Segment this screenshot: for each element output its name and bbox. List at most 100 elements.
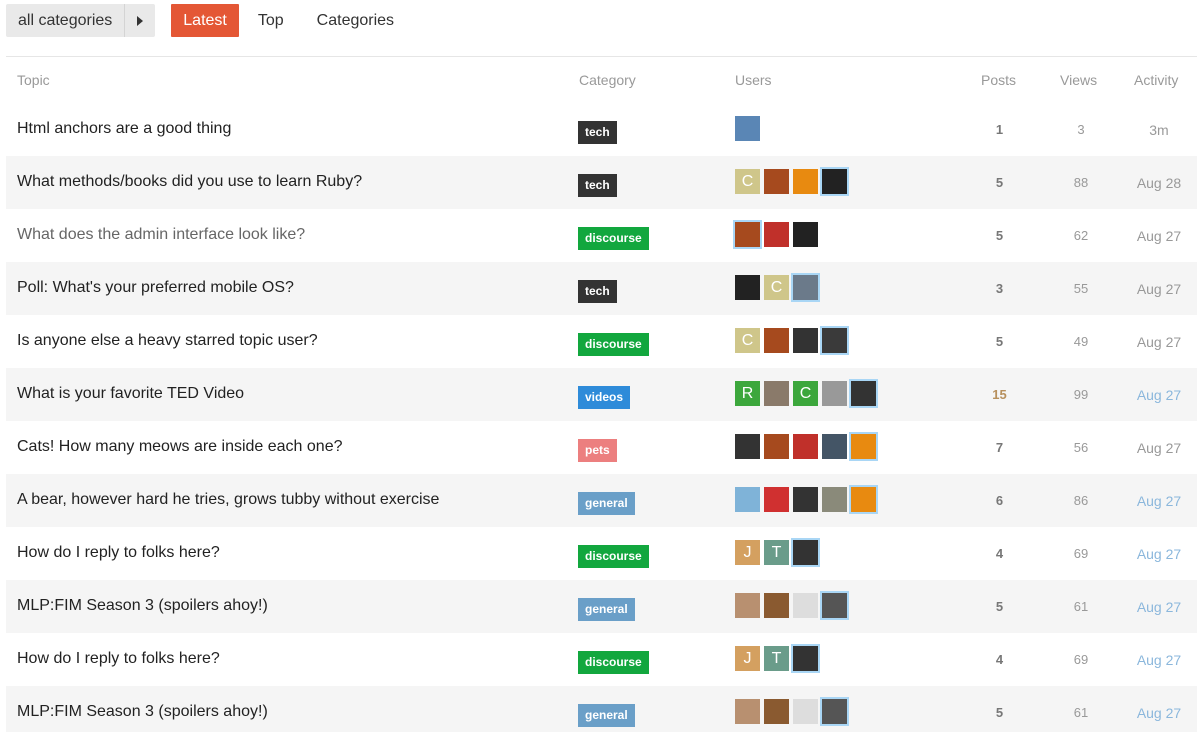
posts-count[interactable]: 15	[976, 387, 1023, 402]
photo-avatar-icon[interactable]	[764, 169, 789, 194]
red-gem-avatar-icon[interactable]	[793, 434, 818, 459]
portrait-avatar-icon[interactable]	[735, 434, 760, 459]
activity-time[interactable]: Aug 28	[1133, 175, 1185, 191]
activity-time[interactable]: Aug 27	[1133, 599, 1185, 615]
bear-avatar-icon[interactable]	[764, 699, 789, 724]
category-badge[interactable]: discourse	[578, 545, 649, 568]
category-badge[interactable]: pets	[578, 439, 617, 462]
category-badge[interactable]: discourse	[578, 333, 649, 356]
photo-avatar-icon[interactable]	[735, 593, 760, 618]
topic-title-link[interactable]: Cats! How many meows are inside each one…	[17, 438, 343, 456]
topic-title-link[interactable]: A bear, however hard he tries, grows tub…	[17, 491, 439, 509]
caret-right-icon[interactable]	[125, 4, 155, 37]
portrait-avatar-icon[interactable]	[822, 434, 847, 459]
activity-time[interactable]: 3m	[1133, 122, 1185, 138]
column-posts[interactable]: Posts	[981, 72, 1016, 88]
cartoon-face-avatar-icon[interactable]	[793, 328, 818, 353]
topic-title-link[interactable]: What methods/books did you use to learn …	[17, 173, 362, 191]
portrait-avatar-icon[interactable]	[820, 326, 849, 355]
posts-count[interactable]: 4	[976, 652, 1023, 667]
column-topic[interactable]: Topic	[17, 72, 50, 88]
posts-count[interactable]: 5	[976, 175, 1023, 190]
photo-avatar-icon[interactable]	[764, 434, 789, 459]
dark-creature-avatar-icon[interactable]	[820, 167, 849, 196]
photo-avatar-icon[interactable]	[764, 381, 789, 406]
nav-categories[interactable]: Categories	[316, 4, 395, 37]
topic-row[interactable]: How do I reply to folks here? discourse J T…	[6, 633, 1197, 686]
posts-count[interactable]: 4	[976, 546, 1023, 561]
posts-count[interactable]: 3	[976, 281, 1023, 296]
posts-count[interactable]: 5	[976, 705, 1023, 720]
rfm-logo-avatar-icon[interactable]	[793, 593, 818, 618]
posts-count[interactable]: 5	[976, 228, 1023, 243]
topic-title-link[interactable]: Html anchors are a good thing	[17, 120, 231, 138]
nav-top[interactable]: Top	[257, 4, 285, 37]
portrait-avatar-icon[interactable]	[791, 273, 820, 302]
category-badge[interactable]: tech	[578, 174, 617, 197]
category-badge[interactable]: discourse	[578, 651, 649, 674]
category-badge[interactable]: videos	[578, 386, 631, 409]
column-views[interactable]: Views	[1060, 72, 1097, 88]
category-dropdown-label[interactable]: all categories	[6, 4, 126, 37]
letter-avatar[interactable]: C	[764, 275, 789, 300]
orange-gem-avatar-icon[interactable]	[793, 169, 818, 194]
posts-count[interactable]: 5	[976, 599, 1023, 614]
letter-avatar[interactable]: R	[735, 381, 760, 406]
letter-avatar[interactable]: T	[764, 646, 789, 671]
topic-row[interactable]: What is your favorite TED Video videos R C 1…	[6, 368, 1197, 421]
letter-avatar[interactable]: J	[735, 646, 760, 671]
topic-row[interactable]: Is anyone else a heavy starred topic use…	[6, 315, 1197, 368]
letter-avatar[interactable]: T	[764, 540, 789, 565]
letter-avatar[interactable]: C	[735, 169, 760, 194]
activity-time[interactable]: Aug 27	[1133, 440, 1185, 456]
activity-time[interactable]: Aug 27	[1133, 652, 1185, 668]
topic-row[interactable]: Poll: What's your preferred mobile OS? te…	[6, 262, 1197, 315]
column-category[interactable]: Category	[579, 72, 636, 88]
red-gem-avatar-icon[interactable]	[764, 222, 789, 247]
activity-time[interactable]: Aug 27	[1133, 228, 1185, 244]
topic-row[interactable]: MLP:FIM Season 3 (spoilers ahoy!) general…	[6, 580, 1197, 633]
topic-title-link[interactable]: Is anyone else a heavy starred topic use…	[17, 332, 318, 350]
posts-count[interactable]: 1	[976, 122, 1023, 137]
posts-count[interactable]: 5	[976, 334, 1023, 349]
topic-title-link[interactable]: MLP:FIM Season 3 (spoilers ahoy!)	[17, 597, 268, 615]
activity-time[interactable]: Aug 27	[1133, 705, 1185, 721]
letter-avatar[interactable]: J	[735, 540, 760, 565]
bird-avatar-icon[interactable]	[735, 275, 760, 300]
photo-avatar-icon[interactable]	[735, 699, 760, 724]
category-badge[interactable]: general	[578, 704, 635, 727]
activity-time[interactable]: Aug 27	[1133, 387, 1185, 403]
topic-row[interactable]: MLP:FIM Season 3 (spoilers ahoy!) general…	[6, 686, 1197, 732]
portrait-avatar-icon[interactable]	[820, 591, 849, 620]
topic-title-link[interactable]: What does the admin interface look like?	[17, 226, 305, 244]
orange-gem-avatar-icon[interactable]	[849, 485, 878, 514]
rfm-logo-avatar-icon[interactable]	[793, 699, 818, 724]
topic-title-link[interactable]: MLP:FIM Season 3 (spoilers ahoy!)	[17, 703, 268, 721]
posts-count[interactable]: 6	[976, 493, 1023, 508]
lighthouse-avatar-icon[interactable]	[735, 116, 760, 141]
letter-avatar[interactable]: C	[793, 381, 818, 406]
activity-time[interactable]: Aug 27	[1133, 334, 1185, 350]
bottle-avatar-icon[interactable]	[735, 487, 760, 512]
photo-avatar-icon[interactable]	[733, 220, 762, 249]
bear-avatar-icon[interactable]	[764, 593, 789, 618]
category-badge[interactable]: general	[578, 598, 635, 621]
photo-avatar-icon[interactable]	[764, 328, 789, 353]
topic-title-link[interactable]: How do I reply to folks here?	[17, 650, 220, 668]
topic-title-link[interactable]: What is your favorite TED Video	[17, 385, 244, 403]
dark-creature-avatar-icon[interactable]	[793, 222, 818, 247]
portrait-avatar-icon[interactable]	[820, 697, 849, 726]
cartoon-face-avatar-icon[interactable]	[791, 538, 820, 567]
posts-count[interactable]: 7	[976, 440, 1023, 455]
category-badge[interactable]: tech	[578, 280, 617, 303]
topic-title-link[interactable]: How do I reply to folks here?	[17, 544, 220, 562]
topic-row[interactable]: What methods/books did you use to learn …	[6, 156, 1197, 209]
activity-time[interactable]: Aug 27	[1133, 281, 1185, 297]
cartoon-face-avatar-icon[interactable]	[793, 487, 818, 512]
topic-row[interactable]: A bear, however hard he tries, grows tub…	[6, 474, 1197, 527]
category-badge[interactable]: tech	[578, 121, 617, 144]
column-activity[interactable]: Activity	[1134, 72, 1178, 88]
topic-row[interactable]: Cats! How many meows are inside each one…	[6, 421, 1197, 474]
category-badge[interactable]: general	[578, 492, 635, 515]
category-badge[interactable]: discourse	[578, 227, 649, 250]
